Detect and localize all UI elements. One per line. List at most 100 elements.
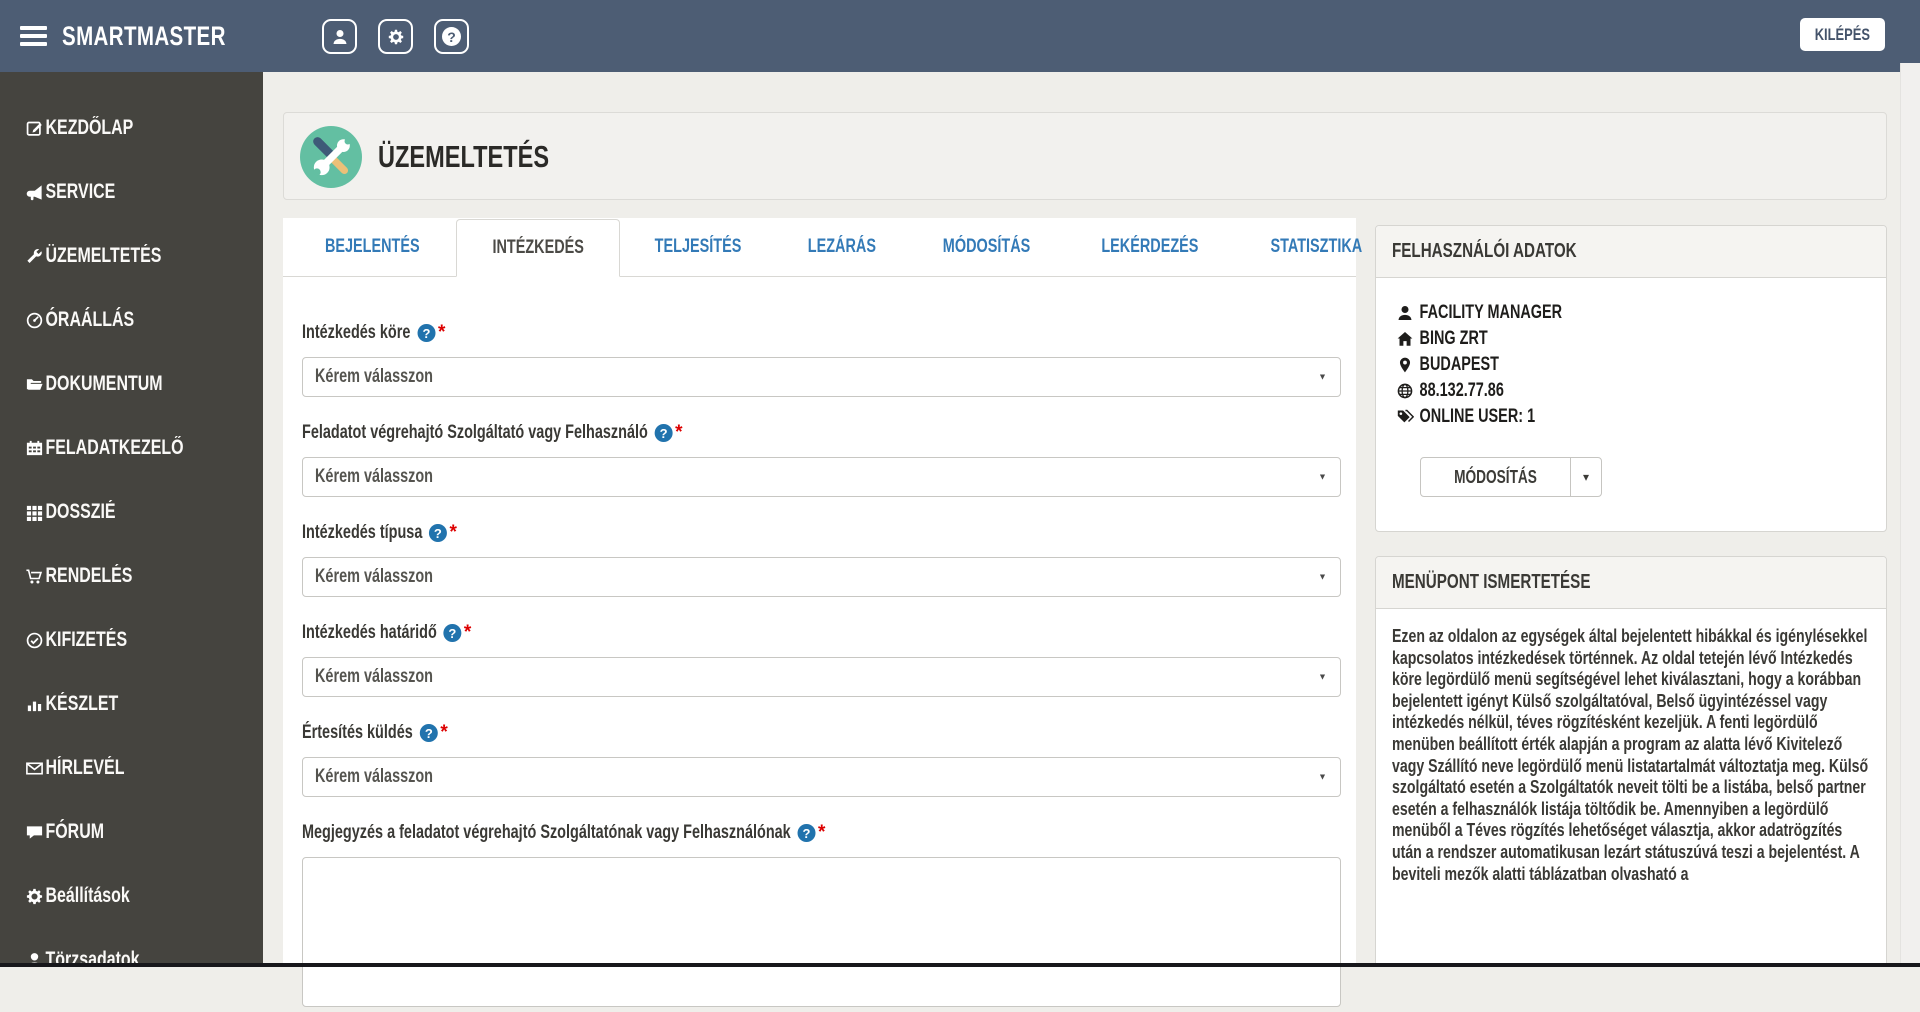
app-brand: SMARTMASTER bbox=[62, 20, 226, 51]
pencil-square-icon bbox=[25, 119, 52, 138]
check-circle-icon bbox=[25, 631, 52, 650]
sidebar-item-hirlevel[interactable]: HÍRLEVÉL bbox=[0, 736, 263, 800]
intezkedes-kore-select[interactable]: Kérem válasszon ▼ bbox=[302, 357, 1341, 397]
user-icon bbox=[331, 28, 349, 46]
tab-bar: BEJELENTÉS INTÉZKEDÉS TELJESÍTÉS LEZÁRÁS… bbox=[283, 218, 1362, 277]
field-label-row: Intézkedés köre ? * bbox=[302, 321, 1092, 345]
field-label-row: Intézkedés határidő ? * bbox=[302, 621, 1092, 645]
intezkedes-hatarido-select[interactable]: Kérem válasszon ▼ bbox=[302, 657, 1341, 697]
ertesites-kuldes-select[interactable]: Kérem válasszon ▼ bbox=[302, 757, 1341, 797]
help-icon[interactable]: ? bbox=[797, 824, 816, 842]
tab-lezaras[interactable]: LEZÁRÁS bbox=[776, 218, 908, 276]
help-icon[interactable]: ? bbox=[443, 624, 462, 642]
sidebar-item-beallitasok[interactable]: Beállítások bbox=[0, 864, 263, 928]
calendar-icon bbox=[25, 439, 52, 458]
user-data-panel: FELHASZNÁLÓI ADATOK FACILITY MANAGER BIN… bbox=[1375, 225, 1887, 532]
field-label: Intézkedés köre bbox=[302, 322, 411, 343]
sidebar-item-forum[interactable]: FÓRUM bbox=[0, 800, 263, 864]
user-data-rows: FACILITY MANAGER BING ZRT BUDAPEST 88.13… bbox=[1376, 278, 1886, 430]
field-label-row: Megjegyzés a feladatot végrehajtó Szolgá… bbox=[302, 821, 1092, 845]
folder-open-icon bbox=[25, 375, 52, 394]
sidebar-item-service[interactable]: SERVICE bbox=[0, 160, 263, 224]
field-label: Intézkedés határidő bbox=[302, 622, 437, 643]
main-content-card: BEJELENTÉS INTÉZKEDÉS TELJESÍTÉS LEZÁRÁS… bbox=[283, 218, 1362, 1007]
envelope-icon bbox=[25, 759, 52, 778]
page-title-bar: ÜZEMELTETÉS bbox=[283, 112, 1887, 200]
field-label: Intézkedés típusa bbox=[302, 522, 423, 543]
intezkedes-tipusa-select[interactable]: Kérem válasszon ▼ bbox=[302, 557, 1341, 597]
intezkedes-form: Intézkedés köre ? * Kérem válasszon ▼ Fe… bbox=[283, 321, 1341, 1012]
field-ertesites-kuldes: Értesítés küldés ? * Kérem válasszon ▼ bbox=[302, 721, 1341, 797]
viewport-bottom-edge bbox=[0, 963, 1920, 967]
profile-button[interactable] bbox=[322, 19, 357, 54]
tab-lekerdezes[interactable]: LEKÉRDEZÉS bbox=[1065, 218, 1235, 276]
cart-icon bbox=[25, 567, 52, 586]
field-intezkedes-tipusa: Intézkedés típusa ? * Kérem válasszon ▼ bbox=[302, 521, 1341, 597]
hamburger-menu-icon[interactable] bbox=[20, 26, 47, 50]
required-mark: * bbox=[675, 422, 683, 443]
field-label: Feladatot végrehajtó Szolgáltató vagy Fe… bbox=[302, 422, 648, 443]
chevron-down-icon: ▼ bbox=[1318, 572, 1327, 582]
field-label-row: Feladatot végrehajtó Szolgáltató vagy Fe… bbox=[302, 421, 1092, 445]
menu-description-panel: MENÜPONT ISMERTETÉSE Ezen az oldalon az … bbox=[1375, 556, 1887, 967]
required-mark: * bbox=[818, 822, 826, 843]
help-icon[interactable]: ? bbox=[654, 424, 673, 442]
sidebar-item-rendeles[interactable]: RENDELÉS bbox=[0, 544, 263, 608]
sidebar-nav: KEZDŐLAP SERVICE ÜZEMELTETÉS ÓRAÁLLÁS DO… bbox=[0, 72, 263, 967]
chevron-down-icon: ▼ bbox=[1318, 672, 1327, 682]
modify-button[interactable]: MÓDOSÍTÁS bbox=[1421, 458, 1572, 496]
top-header: SMARTMASTER ? KILÉPÉS bbox=[0, 0, 1920, 72]
sidebar-item-oraallas[interactable]: ÓRAÁLLÁS bbox=[0, 288, 263, 352]
bar-chart-icon bbox=[25, 695, 52, 714]
wrench-icon bbox=[25, 247, 52, 266]
help-button[interactable]: ? bbox=[434, 19, 469, 54]
user-row-ip: 88.132.77.86 bbox=[1396, 378, 1756, 404]
vegrehajto-select[interactable]: Kérem válasszon ▼ bbox=[302, 457, 1341, 497]
sidebar-item-uzemeltetes[interactable]: ÜZEMELTETÉS bbox=[0, 224, 263, 288]
sidebar-item-dosszie[interactable]: DOSSZIÉ bbox=[0, 480, 263, 544]
sidebar-item-kifizetes[interactable]: KIFIZETÉS bbox=[0, 608, 263, 672]
logout-button[interactable]: KILÉPÉS bbox=[1800, 18, 1885, 51]
field-label-row: Intézkedés típusa ? * bbox=[302, 521, 1092, 545]
sidebar-item-torzsadatok[interactable]: Törzsadatok bbox=[0, 928, 263, 967]
field-intezkedes-kore: Intézkedés köre ? * Kérem válasszon ▼ bbox=[302, 321, 1341, 397]
megaphone-icon bbox=[25, 183, 52, 202]
user-icon bbox=[1396, 304, 1427, 322]
megjegyzes-textarea[interactable] bbox=[302, 857, 1341, 1007]
user-row-company: BING ZRT bbox=[1396, 326, 1756, 352]
field-label: Megjegyzés a feladatot végrehajtó Szolgá… bbox=[302, 822, 791, 843]
sidebar-item-dokumentum[interactable]: DOKUMENTUM bbox=[0, 352, 263, 416]
tab-intezkedes[interactable]: INTÉZKEDÉS bbox=[455, 219, 620, 277]
help-icon[interactable]: ? bbox=[419, 724, 438, 742]
field-vegrehajto: Feladatot végrehajtó Szolgáltató vagy Fe… bbox=[302, 421, 1341, 497]
help-icon[interactable]: ? bbox=[417, 324, 436, 342]
sidebar-item-kezdolap[interactable]: KEZDŐLAP bbox=[0, 96, 263, 160]
chevron-down-icon: ▼ bbox=[1318, 472, 1327, 482]
tab-teljesites[interactable]: TELJESÍTÉS bbox=[620, 218, 776, 276]
required-mark: * bbox=[437, 322, 446, 343]
tab-modositas[interactable]: MÓDOSÍTÁS bbox=[908, 218, 1065, 276]
page-scrollbar[interactable] bbox=[1900, 63, 1920, 967]
field-label: Értesítés küldés bbox=[302, 722, 413, 743]
menu-description-text: Ezen az oldalon az egységek által bejele… bbox=[1392, 625, 1869, 884]
chevron-down-icon: ▼ bbox=[1318, 372, 1327, 382]
modify-dropdown-toggle[interactable]: ▾ bbox=[1571, 458, 1601, 496]
modify-split-button: MÓDOSÍTÁS ▾ bbox=[1420, 457, 1603, 497]
sidebar-item-feladatkezelo[interactable]: FELADATKEZELŐ bbox=[0, 416, 263, 480]
settings-button[interactable] bbox=[378, 19, 413, 54]
help-icon[interactable]: ? bbox=[429, 524, 448, 542]
page-title: ÜZEMELTETÉS bbox=[378, 139, 550, 174]
comment-icon bbox=[25, 823, 52, 842]
globe-icon bbox=[1396, 382, 1427, 400]
maintenance-tools-icon bbox=[300, 126, 362, 188]
gear-icon bbox=[387, 28, 405, 46]
tab-statisztika[interactable]: STATISZTIKA bbox=[1235, 218, 1398, 276]
header-buttons: ? bbox=[322, 19, 469, 54]
field-label-row: Értesítés küldés ? * bbox=[302, 721, 1092, 745]
user-row-name: FACILITY MANAGER bbox=[1396, 300, 1756, 326]
sidebar-item-keszlet[interactable]: KÉSZLET bbox=[0, 672, 263, 736]
chevron-down-icon: ▼ bbox=[1318, 772, 1327, 782]
field-megjegyzes: Megjegyzés a feladatot végrehajtó Szolgá… bbox=[302, 821, 1341, 1012]
required-mark: * bbox=[464, 622, 472, 643]
tab-bejelentes[interactable]: BEJELENTÉS bbox=[289, 218, 456, 276]
